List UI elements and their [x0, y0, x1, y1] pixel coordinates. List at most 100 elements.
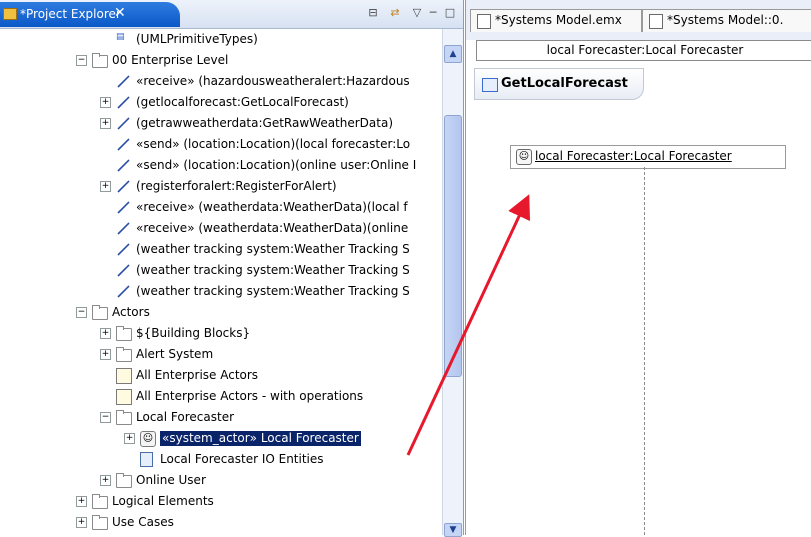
- folder-icon: [116, 326, 132, 341]
- tree-row[interactable]: − 00 Enterprise Level: [0, 50, 442, 71]
- diagram-frame-title: GetLocalForecast: [474, 68, 644, 100]
- tree-row[interactable]: − Local Forecaster: [0, 407, 442, 428]
- document-icon: [140, 452, 153, 467]
- tree-row[interactable]: (weather tracking system:Weather Trackin…: [0, 260, 442, 281]
- diagram-icon: [116, 389, 132, 405]
- project-explorer-view: *Project Explorer ✕ ⊟ ⇄ ▽ ─ □ ▤ (UMLPrimi…: [0, 0, 464, 537]
- relationship-icon: [116, 200, 132, 214]
- expand-icon[interactable]: +: [100, 475, 111, 486]
- tree-row[interactable]: − Actors: [0, 302, 442, 323]
- tree-row[interactable]: + Logical Elements: [0, 491, 442, 512]
- editor-tab-bar: *Systems Model.emx *Systems Model::0.: [466, 0, 811, 40]
- expand-icon[interactable]: +: [100, 349, 111, 360]
- tree-item-label[interactable]: Online User: [136, 473, 206, 488]
- tree-row[interactable]: + ☺ «system_actor» Local Forecaster: [0, 428, 442, 449]
- tree-item-label[interactable]: Local Forecaster IO Entities: [160, 452, 324, 467]
- tree-row[interactable]: + ${Building Blocks}: [0, 323, 442, 344]
- tree-item-label[interactable]: Logical Elements: [112, 494, 214, 509]
- diagram-editor-view: *Systems Model.emx *Systems Model::0. lo…: [465, 0, 811, 535]
- relationship-icon: [116, 179, 132, 193]
- tree-item-label[interactable]: «receive» (weatherdata:WeatherData)(onli…: [136, 221, 408, 236]
- tree-item-label[interactable]: (weather tracking system:Weather Trackin…: [136, 263, 410, 278]
- collapse-all-icon[interactable]: ⊟: [366, 6, 380, 20]
- tree-item-label[interactable]: (getlocalforecast:GetLocalForecast): [136, 95, 349, 110]
- expand-icon[interactable]: +: [76, 496, 87, 507]
- tree-row[interactable]: + (getrawweatherdata:GetRawWeatherData): [0, 113, 442, 134]
- tree-row[interactable]: All Enterprise Actors - with operations: [0, 386, 442, 407]
- tree-row[interactable]: + Use Cases: [0, 512, 442, 533]
- tree-item-label[interactable]: (weather tracking system:Weather Trackin…: [136, 242, 410, 257]
- tree-row[interactable]: All Enterprise Actors: [0, 365, 442, 386]
- tree-item-label[interactable]: «system_actor» Local Forecaster: [160, 431, 361, 446]
- relationship-icon: [116, 242, 132, 256]
- tree-row[interactable]: «receive» (hazardousweatheralert:Hazardo…: [0, 71, 442, 92]
- tree-item-label[interactable]: (UMLPrimitiveTypes): [136, 32, 258, 47]
- folder-icon: [116, 410, 132, 425]
- tree-row[interactable]: (weather tracking system:Weather Trackin…: [0, 239, 442, 260]
- breadcrumb[interactable]: local Forecaster:Local Forecaster: [476, 40, 811, 61]
- expand-icon[interactable]: +: [100, 118, 111, 129]
- collapse-icon[interactable]: −: [76, 55, 87, 66]
- relationship-icon: [116, 221, 132, 235]
- tree-item-label[interactable]: (registerforalert:RegisterForAlert): [136, 179, 337, 194]
- view-header: *Project Explorer ✕ ⊟ ⇄ ▽ ─ □: [0, 0, 463, 29]
- tree-row[interactable]: «receive» (weatherdata:WeatherData)(onli…: [0, 218, 442, 239]
- tree-item-label[interactable]: «receive» (weatherdata:WeatherData)(loca…: [136, 200, 408, 215]
- maximize-icon[interactable]: □: [443, 6, 457, 20]
- tree-row[interactable]: + Online User: [0, 470, 442, 491]
- tree-row[interactable]: «send» (location:Location)(local forecas…: [0, 134, 442, 155]
- tree-row[interactable]: + (getlocalforecast:GetLocalForecast): [0, 92, 442, 113]
- tree-item-label[interactable]: Use Cases: [112, 515, 174, 530]
- relationship-icon: [116, 95, 132, 109]
- tree-row[interactable]: Local Forecaster IO Entities: [0, 449, 442, 470]
- expand-icon[interactable]: +: [76, 517, 87, 528]
- expand-icon[interactable]: +: [124, 433, 135, 444]
- tree-row[interactable]: + Alert System: [0, 344, 442, 365]
- expand-icon[interactable]: +: [100, 181, 111, 192]
- sequence-diagram-icon: [482, 78, 498, 92]
- expand-icon[interactable]: +: [100, 328, 111, 339]
- tree-item-label[interactable]: Actors: [112, 305, 150, 320]
- tree-row[interactable]: + (registerforalert:RegisterForAlert): [0, 176, 442, 197]
- expand-icon[interactable]: +: [100, 97, 111, 108]
- lifeline-label: local Forecaster:Local Forecaster: [535, 149, 732, 163]
- relationship-icon: [116, 263, 132, 277]
- tree-row[interactable]: «receive» (weatherdata:WeatherData)(loca…: [0, 197, 442, 218]
- collapse-icon[interactable]: −: [76, 307, 87, 318]
- actor-icon: ☺: [516, 149, 532, 165]
- tab-systems-model-diagram[interactable]: *Systems Model::0.: [642, 9, 811, 32]
- lifeline-head[interactable]: ☺ local Forecaster:Local Forecaster: [510, 145, 786, 169]
- scroll-thumb[interactable]: [444, 115, 462, 377]
- view-menu-icon[interactable]: ▽: [410, 6, 424, 20]
- tree-item-label[interactable]: «send» (location:Location)(local forecas…: [136, 137, 410, 152]
- tree-row[interactable]: ▤ (UMLPrimitiveTypes): [0, 29, 442, 50]
- collapse-icon[interactable]: −: [100, 412, 111, 423]
- link-with-editor-icon[interactable]: ⇄: [388, 6, 402, 20]
- tree-item-label[interactable]: (weather tracking system:Weather Trackin…: [136, 284, 410, 299]
- project-explorer-tab[interactable]: *Project Explorer ✕: [0, 2, 180, 27]
- relationship-icon: [116, 116, 132, 130]
- tree-row[interactable]: «send» (location:Location)(online user:O…: [0, 155, 442, 176]
- tree-item-label[interactable]: «receive» (hazardousweatheralert:Hazardo…: [136, 74, 410, 89]
- tab-systems-model-emx[interactable]: *Systems Model.emx: [470, 9, 642, 32]
- tree-item-label[interactable]: (getrawweatherdata:GetRawWeatherData): [136, 116, 393, 131]
- actor-icon: ☺: [140, 431, 156, 447]
- tab-title: *Project Explorer: [20, 7, 121, 21]
- tree-item-label[interactable]: 00 Enterprise Level: [112, 53, 228, 68]
- tree-item-label[interactable]: ${Building Blocks}: [136, 326, 250, 341]
- relationship-icon: [116, 137, 132, 151]
- vertical-scrollbar[interactable]: ▲ ▼: [442, 29, 463, 537]
- tree-item-label[interactable]: «send» (location:Location)(online user:O…: [136, 158, 416, 173]
- minimize-icon[interactable]: ─: [426, 6, 440, 20]
- tree-item-label[interactable]: Alert System: [136, 347, 213, 362]
- diagram-icon: [116, 368, 132, 384]
- tree-item-label[interactable]: All Enterprise Actors: [136, 368, 258, 383]
- tree-row[interactable]: (weather tracking system:Weather Trackin…: [0, 281, 442, 302]
- tab-label: *Systems Model::0.: [667, 13, 784, 27]
- relationship-icon: [116, 74, 132, 88]
- folder-icon: [92, 305, 108, 320]
- tree-item-label[interactable]: All Enterprise Actors - with operations: [136, 389, 363, 404]
- tree-item-label[interactable]: Local Forecaster: [136, 410, 234, 425]
- scroll-up-icon[interactable]: ▲: [444, 45, 462, 63]
- close-icon[interactable]: ✕: [114, 5, 126, 21]
